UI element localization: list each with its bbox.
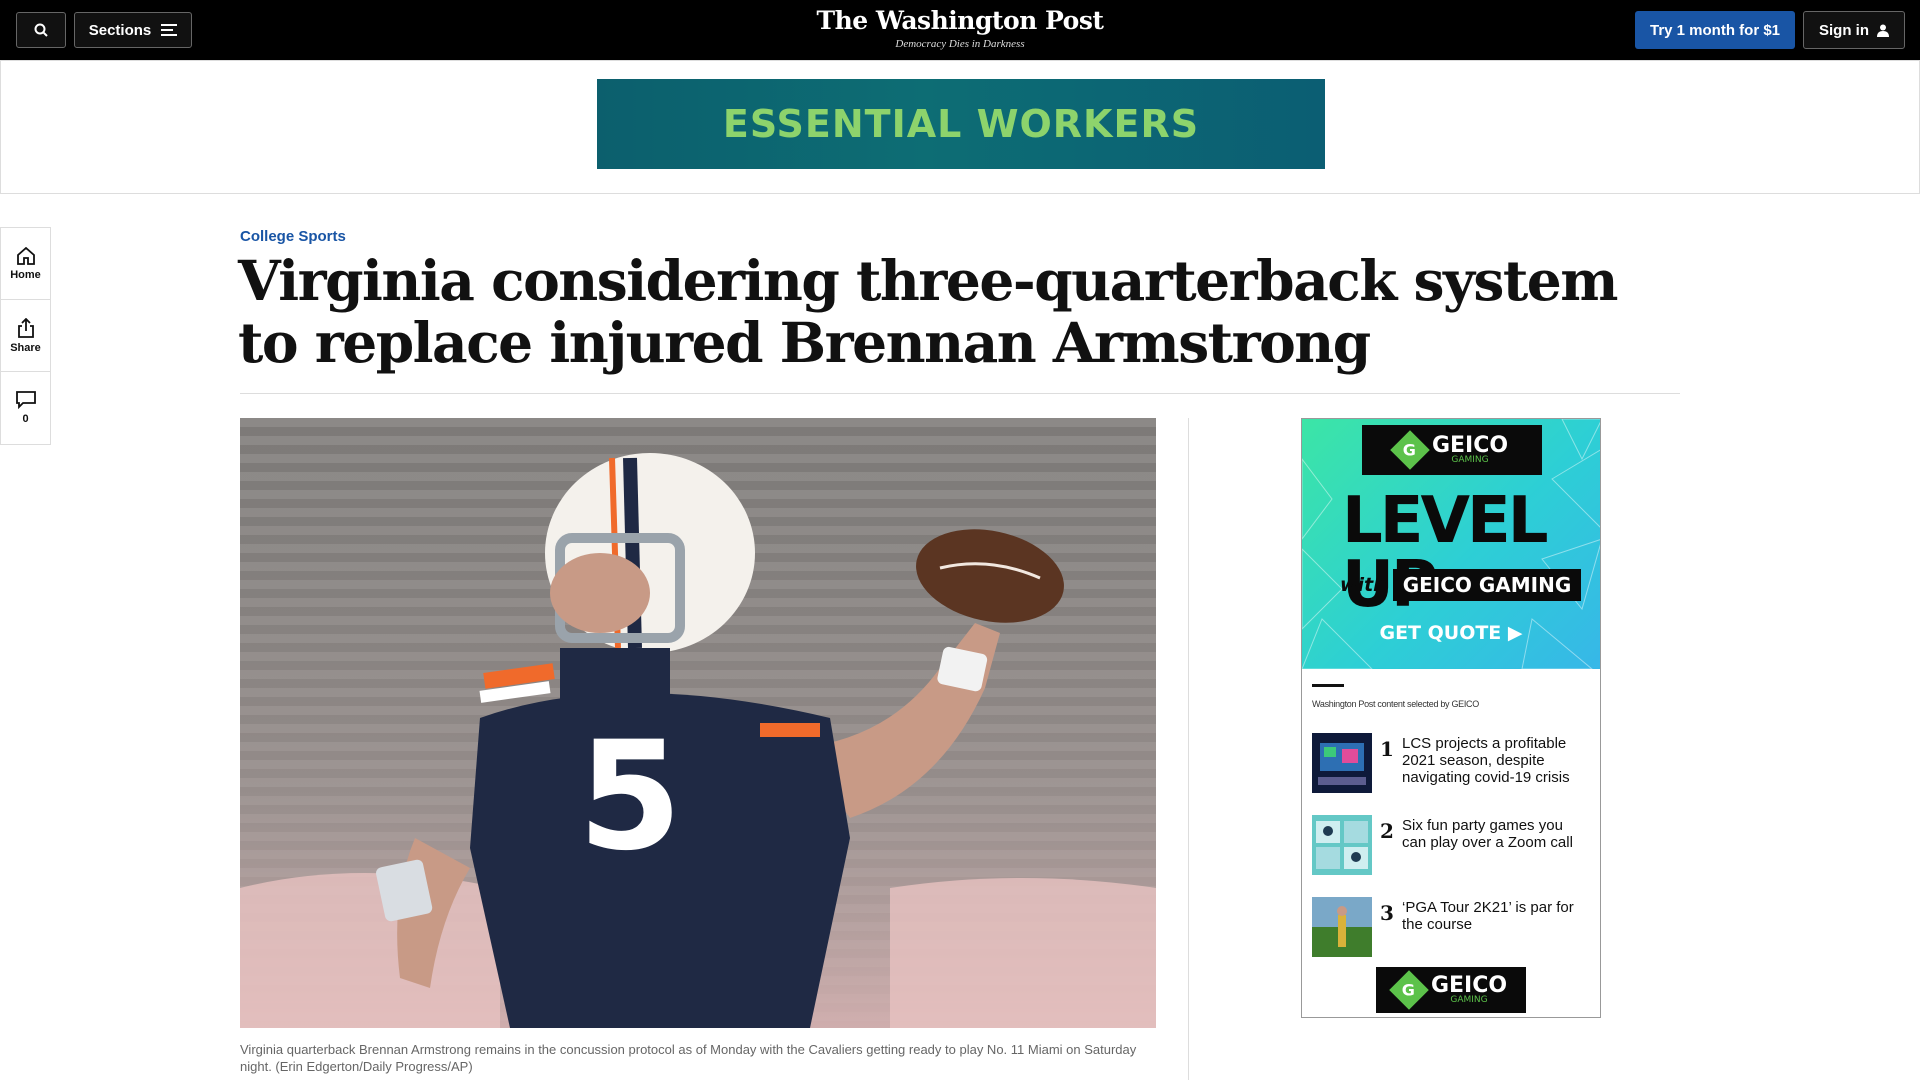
home-label: Home xyxy=(10,268,41,281)
geico-brand-text: GEICO xyxy=(1431,432,1509,458)
geico-brand-text: GEICO xyxy=(1430,972,1508,998)
with-geico-gaming-row: with GEICO GAMING xyxy=(1340,569,1582,601)
share-icon xyxy=(17,317,34,338)
comment-icon xyxy=(15,391,36,409)
section-kicker-link[interactable]: College Sports xyxy=(240,228,346,245)
geico-sidebar-ad[interactable]: G GEICO GAMING LEVEL UP with GEICO GAMIN… xyxy=(1301,418,1601,1018)
sign-in-label: Sign in xyxy=(1819,21,1869,39)
lead-photo[interactable]: 5 xyxy=(240,418,1156,1028)
column-divider xyxy=(1188,418,1189,1080)
search-icon xyxy=(34,23,48,37)
home-button[interactable]: Home xyxy=(1,228,50,300)
sign-in-button[interactable]: Sign in xyxy=(1803,11,1905,49)
sponsored-selection-label: Washington Post content selected by GEIC… xyxy=(1312,699,1479,709)
jersey-number: 5 xyxy=(578,710,682,884)
geico-gaming-logo-top: G GEICO GAMING xyxy=(1362,425,1542,475)
selected-content-rule xyxy=(1312,684,1344,687)
search-button[interactable] xyxy=(16,12,66,48)
site-tagline: Democracy Dies in Darkness xyxy=(895,38,1025,50)
story-title-link[interactable]: LCS projects a profitable 2021 season, d… xyxy=(1402,735,1582,786)
headline-divider xyxy=(240,393,1680,394)
geico-g-icon: G xyxy=(1390,430,1430,470)
quarterback-photo: 5 xyxy=(240,418,1156,1028)
left-action-rail: Home Share 0 xyxy=(0,227,51,445)
user-icon xyxy=(1877,24,1889,37)
story-title-link[interactable]: Six fun party games you can play over a … xyxy=(1402,817,1582,851)
comments-button[interactable]: 0 xyxy=(1,372,50,444)
site-logo[interactable]: The Washington Post xyxy=(760,6,1160,35)
article-headline: Virginia considering three-quarterback s… xyxy=(238,248,1618,375)
sponsored-story-item[interactable]: 2 Six fun party games you can play over … xyxy=(1312,815,1592,877)
comments-count: 0 xyxy=(22,413,29,425)
story-rank: 1 xyxy=(1380,737,1394,761)
banner-ad-text: ESSENTIAL WORKERS xyxy=(722,102,1200,146)
sponsored-story-item[interactable]: 3 ‘PGA Tour 2K21’ is par for the course xyxy=(1312,897,1592,959)
sponsored-story-item[interactable]: 1 LCS projects a profitable 2021 season,… xyxy=(1312,733,1592,795)
geico-brand-sub: GAMING xyxy=(1451,454,1489,465)
get-quote-button[interactable]: GET QUOTE ▶ xyxy=(1302,622,1600,644)
home-icon xyxy=(16,246,35,265)
essential-workers-banner-ad[interactable]: ESSENTIAL WORKERS xyxy=(597,79,1325,169)
story-title-link[interactable]: ‘PGA Tour 2K21’ is par for the course xyxy=(1402,899,1582,933)
geico-brand-sub: GAMING xyxy=(1450,994,1488,1005)
story-rank: 2 xyxy=(1380,819,1394,843)
subscribe-button[interactable]: Try 1 month for $1 xyxy=(1635,11,1795,49)
masthead[interactable]: The Washington Post Democracy Dies in Da… xyxy=(760,6,1160,50)
story-thumbnail xyxy=(1312,733,1372,793)
share-button[interactable]: Share xyxy=(1,300,50,372)
top-navigation-bar: Sections The Washington Post Democracy D… xyxy=(0,0,1920,60)
photo-caption: Virginia quarterback Brennan Armstrong r… xyxy=(240,1042,1137,1074)
sections-label: Sections xyxy=(88,21,152,39)
geico-gaming-product: GEICO GAMING xyxy=(1392,569,1582,601)
story-thumbnail xyxy=(1312,897,1372,957)
geico-ad-hero[interactable]: G GEICO GAMING LEVEL UP with GEICO GAMIN… xyxy=(1302,419,1600,669)
story-rank: 3 xyxy=(1380,901,1394,925)
top-ad-container: ESSENTIAL WORKERS xyxy=(0,60,1920,194)
with-text: with xyxy=(1340,574,1387,596)
story-thumbnail xyxy=(1312,815,1372,875)
geico-g-icon: G xyxy=(1389,970,1429,1010)
share-label: Share xyxy=(10,341,41,354)
sections-button[interactable]: Sections xyxy=(74,12,192,48)
geico-gaming-logo-bottom[interactable]: G GEICO GAMING xyxy=(1376,967,1526,1013)
menu-icon xyxy=(161,24,178,36)
